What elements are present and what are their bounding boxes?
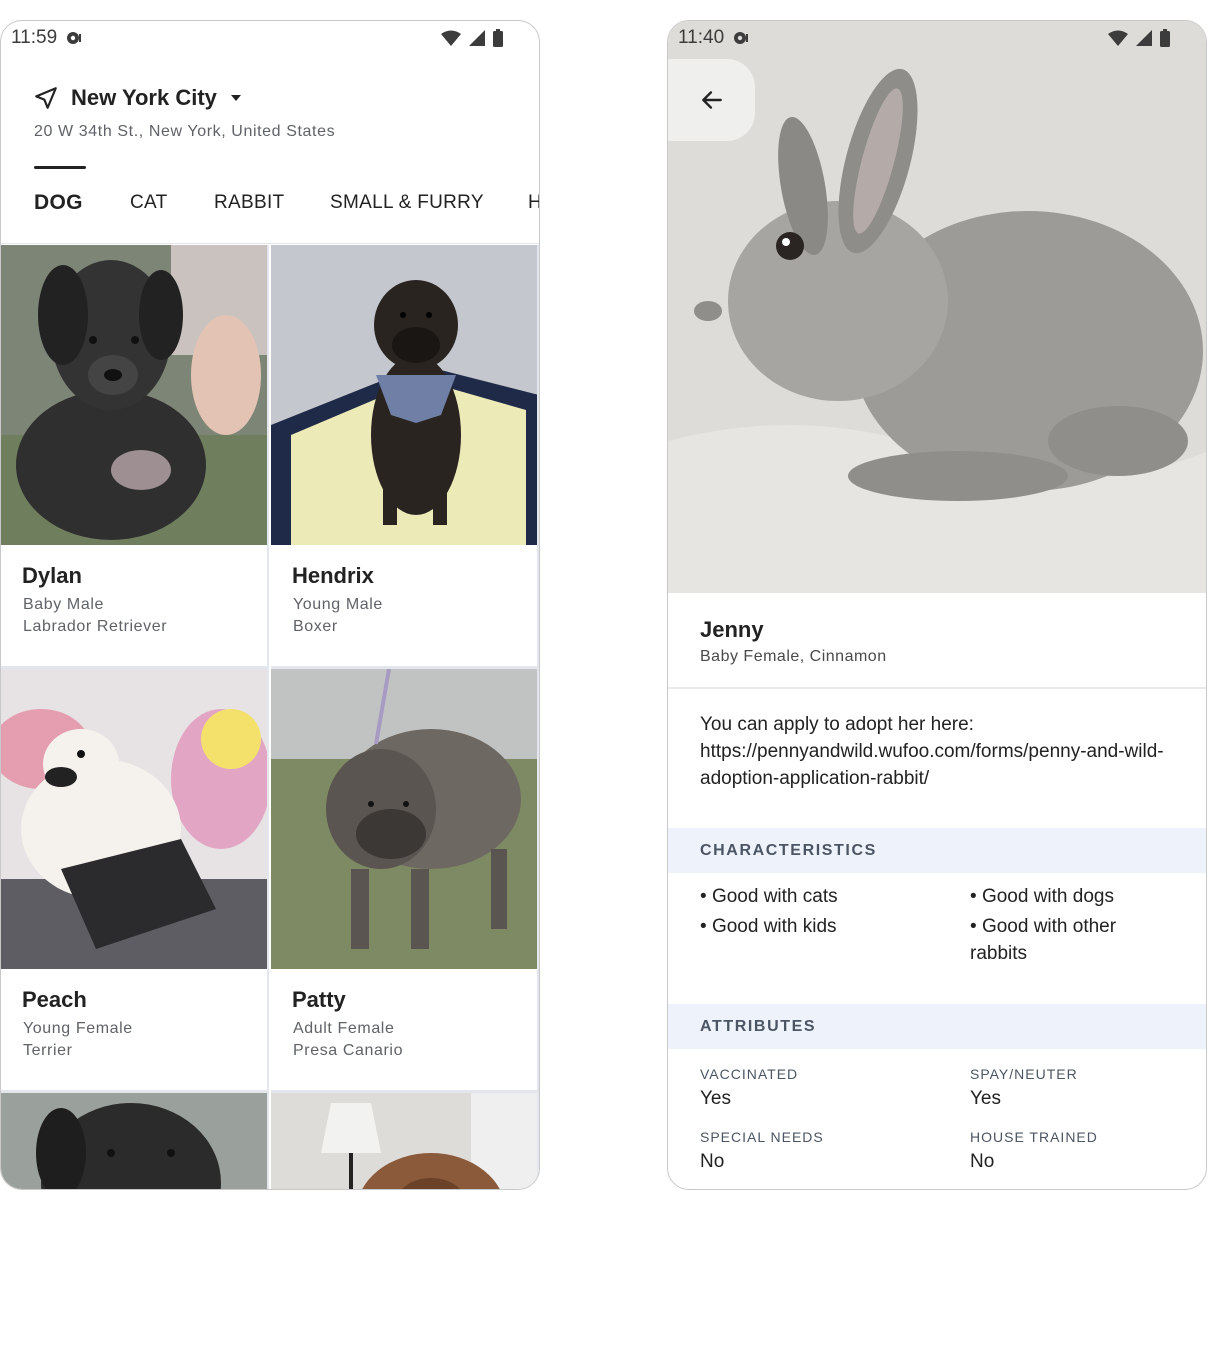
pet-photo bbox=[271, 245, 537, 545]
divider bbox=[668, 687, 1206, 689]
signal-icon bbox=[469, 30, 485, 46]
pet-photo bbox=[271, 1093, 537, 1189]
attribute-value-spay-neuter: Yes bbox=[970, 1088, 1001, 1109]
pet-detail-screen: 11:40 Jenny Baby Female, Cinnamon You ca… bbox=[667, 20, 1207, 1190]
pet-photo bbox=[1, 245, 267, 545]
characteristics-heading: CHARACTERISTICS bbox=[668, 828, 1206, 873]
characteristic-item: • Good with dogs bbox=[970, 886, 1114, 907]
status-bar: 11:59 bbox=[1, 21, 539, 55]
back-arrow-icon bbox=[701, 91, 722, 109]
pet-age-gender: Baby Male bbox=[23, 596, 104, 613]
pet-name: Peach bbox=[22, 987, 87, 1012]
characteristic-item: • Good with kids bbox=[700, 916, 837, 937]
back-button[interactable] bbox=[668, 59, 755, 141]
characteristic-item: • Good with cats bbox=[700, 886, 838, 907]
tab-horse[interactable]: H bbox=[528, 192, 539, 214]
attribute-value-special-needs: No bbox=[700, 1151, 725, 1172]
wifi-icon bbox=[441, 30, 461, 46]
pet-card-peach[interactable]: Peach Young Female Terrier bbox=[1, 669, 269, 1093]
tab-small-furry[interactable]: SMALL & FURRY bbox=[330, 192, 484, 214]
characteristic-item: • Good with other rabbits bbox=[970, 916, 1117, 964]
pet-name: Hendrix bbox=[292, 563, 374, 588]
attribute-value-house-trained: No bbox=[970, 1151, 995, 1172]
attribute-label-vaccinated: VACCINATED bbox=[700, 1066, 799, 1082]
active-tab-indicator bbox=[34, 166, 86, 169]
pet-card-hendrix[interactable]: Hendrix Young Male Boxer bbox=[271, 245, 539, 669]
pet-card-partial[interactable] bbox=[1, 1093, 269, 1189]
pet-age-gender: Adult Female bbox=[293, 1020, 395, 1037]
status-time: 11:59 bbox=[11, 27, 58, 48]
dropdown-caret-icon bbox=[230, 95, 241, 101]
pet-photo bbox=[1, 669, 267, 969]
pet-card-partial[interactable] bbox=[271, 1093, 539, 1189]
pet-name: Dylan bbox=[22, 563, 82, 588]
pet-breed: Boxer bbox=[293, 618, 338, 635]
pet-name: Jenny bbox=[700, 617, 764, 642]
location-address: 20 W 34th St., New York, United States bbox=[34, 123, 336, 140]
battery-icon bbox=[1160, 29, 1170, 47]
notification-icon bbox=[734, 32, 749, 44]
attributes-heading: ATTRIBUTES bbox=[668, 1004, 1206, 1049]
signal-icon bbox=[1136, 30, 1152, 46]
tab-dog[interactable]: DOG bbox=[34, 191, 83, 215]
pet-breed: Terrier bbox=[23, 1042, 73, 1059]
wifi-icon bbox=[1108, 30, 1128, 46]
tab-cat[interactable]: CAT bbox=[130, 192, 168, 214]
attribute-label-special-needs: SPECIAL NEEDS bbox=[700, 1129, 824, 1145]
pet-subtitle: Baby Female, Cinnamon bbox=[700, 648, 887, 665]
status-bar: 11:40 bbox=[668, 21, 1206, 55]
pet-age-gender: Young Male bbox=[293, 596, 383, 613]
browse-screen: 11:59 New York City 20 W 34th St., New Y… bbox=[0, 20, 540, 1190]
pet-breed: Presa Canario bbox=[293, 1042, 404, 1059]
location-city: New York City bbox=[71, 85, 217, 110]
attribute-value-vaccinated: Yes bbox=[700, 1088, 731, 1109]
pet-photo bbox=[1, 1093, 267, 1189]
navigation-arrow-icon bbox=[35, 87, 57, 109]
pet-age-gender: Young Female bbox=[23, 1020, 133, 1037]
tab-rabbit[interactable]: RABBIT bbox=[214, 192, 284, 214]
pet-card-dylan[interactable]: Dylan Baby Male Labrador Retriever bbox=[1, 245, 269, 669]
pet-card-patty[interactable]: Patty Adult Female Presa Canario bbox=[271, 669, 539, 1093]
attribute-label-spay-neuter: SPAY/NEUTER bbox=[970, 1066, 1078, 1082]
location-selector[interactable]: New York City bbox=[33, 85, 243, 111]
battery-icon bbox=[493, 29, 503, 47]
pet-breed: Labrador Retriever bbox=[23, 618, 168, 635]
notification-icon bbox=[67, 32, 82, 44]
pet-name: Patty bbox=[292, 987, 346, 1012]
pet-photo bbox=[271, 669, 537, 969]
status-time: 11:40 bbox=[678, 27, 725, 48]
animal-type-tabs: DOG CAT RABBIT SMALL & FURRY H bbox=[1, 166, 539, 244]
pet-description: You can apply to adopt her here: https:/… bbox=[700, 714, 1164, 789]
attribute-label-house-trained: HOUSE TRAINED bbox=[970, 1129, 1098, 1145]
